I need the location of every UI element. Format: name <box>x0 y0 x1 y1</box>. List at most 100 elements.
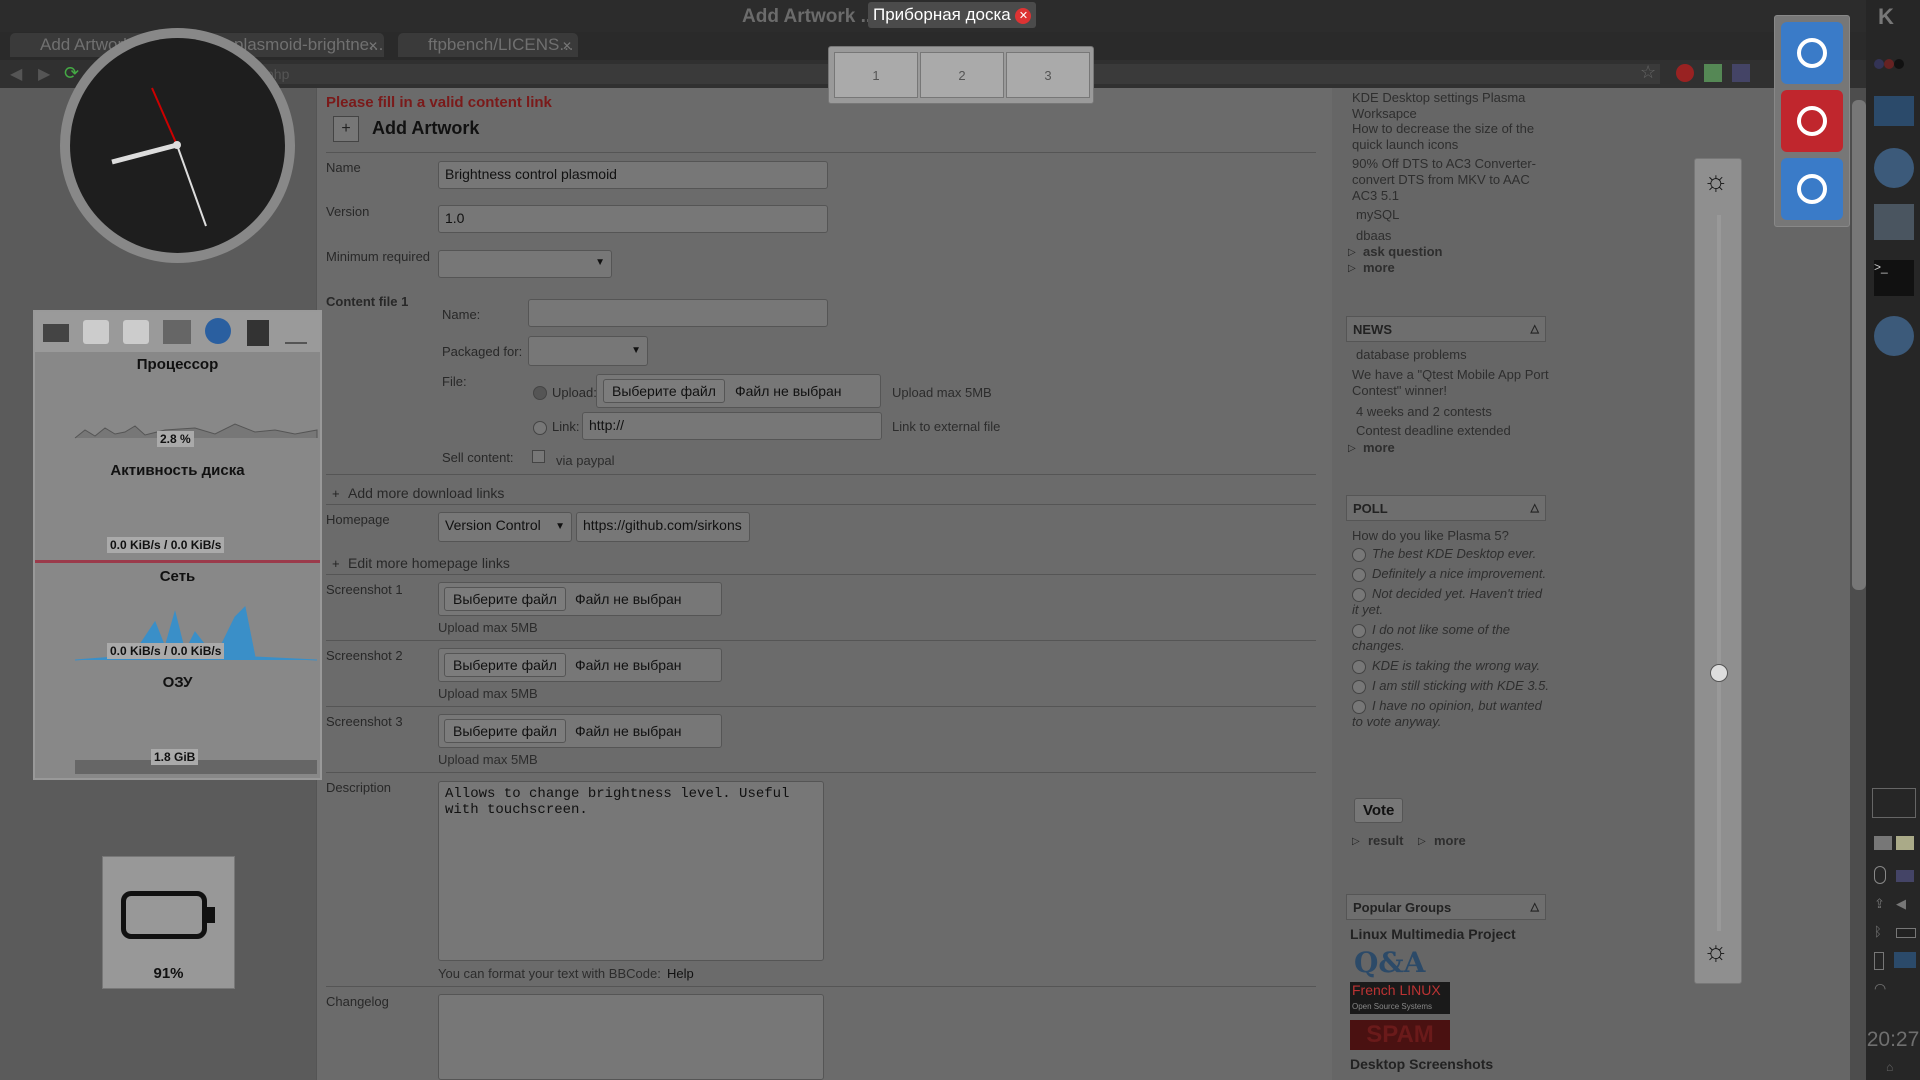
lock-screen-button[interactable] <box>1781 22 1843 84</box>
group-link[interactable]: Linux Multimedia Project <box>1350 926 1516 942</box>
changelog-textarea[interactable] <box>438 994 824 1080</box>
link-field[interactable]: http:// <box>582 412 882 440</box>
pager-desktop-1[interactable]: 1 <box>834 52 918 98</box>
close-icon[interactable]: ✕ <box>368 39 378 53</box>
upload-radio[interactable] <box>533 386 547 400</box>
ask-question-link[interactable]: ask question <box>1363 244 1442 260</box>
result-link[interactable]: result <box>1368 833 1403 849</box>
bars-icon[interactable] <box>285 328 307 344</box>
tab-ftpbench[interactable]: ftpbench/LICENS... ✕ <box>398 33 578 57</box>
news-item[interactable]: We have a "Qtest Mobile App Port Contest… <box>1352 367 1552 399</box>
help-link[interactable]: Help <box>667 966 694 981</box>
poll-option[interactable]: I have no opinion, but wanted to vote an… <box>1352 698 1552 730</box>
version-field[interactable]: 1.0 <box>438 205 828 233</box>
poll-option[interactable]: KDE is taking the wrong way. <box>1352 658 1552 674</box>
question-link[interactable]: KDE Desktop settings Plasma Worksapce <box>1352 90 1552 122</box>
bluetooth-icon[interactable]: ᛒ <box>1874 924 1882 939</box>
network-card-icon[interactable] <box>163 320 191 344</box>
battery-tray-icon[interactable] <box>1896 928 1916 938</box>
question-link[interactable]: dbaas <box>1356 228 1391 244</box>
link-radio[interactable] <box>533 421 547 435</box>
collapse-icon[interactable]: △ <box>1531 322 1539 335</box>
back-icon[interactable]: ◀ <box>10 64 22 84</box>
spam-logo[interactable]: SPAM <box>1350 1020 1450 1050</box>
forward-icon[interactable]: ▶ <box>38 64 50 84</box>
calendar-icon[interactable] <box>1732 64 1750 82</box>
close-icon[interactable]: ✕ <box>562 39 572 53</box>
taskbar-app-icon[interactable] <box>1874 96 1914 126</box>
pager-desktop-2[interactable]: 2 <box>920 52 1004 98</box>
chromium-icon[interactable] <box>1874 148 1914 188</box>
more-link[interactable]: more <box>1434 833 1466 849</box>
switch-user-button[interactable] <box>1781 158 1843 220</box>
volume-icon[interactable]: ◀ <box>1896 896 1906 912</box>
activities-icon[interactable] <box>1874 56 1910 69</box>
memory-icon[interactable] <box>247 320 269 346</box>
terminal-icon[interactable]: >_ <box>1874 260 1914 296</box>
more-link[interactable]: more <box>1363 440 1395 456</box>
collapse-icon[interactable]: △ <box>1531 900 1539 913</box>
news-item[interactable]: database problems <box>1356 347 1467 363</box>
poll-radio[interactable] <box>1352 567 1366 582</box>
pager-mini-icon[interactable] <box>1872 788 1916 818</box>
hdd-icon[interactable] <box>43 324 69 342</box>
file-manager-icon[interactable] <box>1874 204 1914 240</box>
homepage-type-select[interactable]: Version Control ▼ <box>438 512 572 542</box>
poll-option[interactable]: I do not like some of the changes. <box>1352 622 1552 654</box>
flag-icon[interactable] <box>1896 870 1914 882</box>
sell-checkbox[interactable] <box>532 450 545 463</box>
pager-desktop-3[interactable]: 3 <box>1006 52 1090 98</box>
phone-icon[interactable] <box>1874 952 1884 970</box>
disk-icon[interactable] <box>83 320 109 344</box>
screenshot3-choose-button[interactable]: Выберите файл <box>444 719 566 743</box>
min-required-select[interactable]: ▼ <box>438 250 612 278</box>
group-link[interactable]: Desktop Screenshots <box>1350 1056 1493 1072</box>
slider-knob[interactable] <box>1710 664 1728 683</box>
packaged-for-select[interactable]: ▼ <box>528 336 648 366</box>
globe-icon[interactable] <box>205 318 231 344</box>
panel-clock[interactable]: 20:27 <box>1866 1028 1920 1052</box>
usb-icon[interactable]: ⇪ <box>1874 896 1885 912</box>
question-link[interactable]: 90% Off DTS to AC3 Converter-convert DTS… <box>1352 156 1552 204</box>
edit-homepage-links[interactable]: Edit more homepage links <box>348 555 510 571</box>
logout-button[interactable] <box>1781 90 1843 152</box>
kde-menu-icon[interactable]: K <box>1878 4 1894 30</box>
display-icon[interactable] <box>1894 952 1916 968</box>
poll-option[interactable]: Definitely a nice improvement. <box>1352 566 1552 582</box>
qa-logo[interactable]: Q&A <box>1354 946 1425 979</box>
collapse-icon[interactable]: △ <box>1531 501 1539 514</box>
french-linux-logo[interactable]: French LINUX Open Source Systems <box>1350 982 1450 1014</box>
extension-icon[interactable] <box>1676 64 1694 82</box>
drive-icon[interactable] <box>1704 64 1722 82</box>
description-textarea[interactable]: Allows to change brightness level. Usefu… <box>438 781 824 961</box>
news-item[interactable]: 4 weeks and 2 contests <box>1356 404 1492 420</box>
slider-track[interactable] <box>1717 215 1721 931</box>
add-download-links[interactable]: Add more download links <box>348 485 504 501</box>
question-link[interactable]: How to decrease the size of the quick la… <box>1352 121 1552 153</box>
poll-radio[interactable] <box>1352 699 1366 714</box>
wifi-icon[interactable]: ◠ <box>1874 980 1886 997</box>
battery-widget[interactable]: 91% <box>102 856 235 989</box>
scrollbar-thumb[interactable] <box>1852 100 1866 590</box>
notes-icon[interactable] <box>1874 836 1892 850</box>
poll-option[interactable]: Not decided yet. Haven't tried it yet. <box>1352 586 1552 618</box>
homepage-url-field[interactable]: https://github.com/sirkons <box>576 512 750 542</box>
more-link[interactable]: more <box>1363 260 1395 276</box>
name-field[interactable]: Brightness control plasmoid <box>438 161 828 189</box>
disk-icon[interactable] <box>123 320 149 344</box>
poll-option[interactable]: I am still sticking with KDE 3.5. <box>1352 678 1552 694</box>
vote-button[interactable]: Vote <box>1354 798 1404 823</box>
screenshot2-choose-button[interactable]: Выберите файл <box>444 653 566 677</box>
poll-option[interactable]: The best KDE Desktop ever. <box>1352 546 1552 562</box>
poll-radio[interactable] <box>1352 623 1366 638</box>
content-name-field[interactable] <box>528 299 828 327</box>
poll-radio[interactable] <box>1352 587 1366 602</box>
brightness-down-icon[interactable]: ☼ <box>1703 935 1729 967</box>
panel-settings-icon[interactable]: ⌂ <box>1886 1060 1893 1074</box>
choose-file-button[interactable]: Выберите файл <box>603 379 725 403</box>
news-item[interactable]: Contest deadline extended <box>1356 423 1511 439</box>
close-icon[interactable]: ✕ <box>1015 7 1032 24</box>
star-icon[interactable]: ☆ <box>1640 62 1656 83</box>
brightness-up-icon[interactable]: ☼ <box>1703 165 1729 197</box>
poll-radio[interactable] <box>1352 547 1366 562</box>
